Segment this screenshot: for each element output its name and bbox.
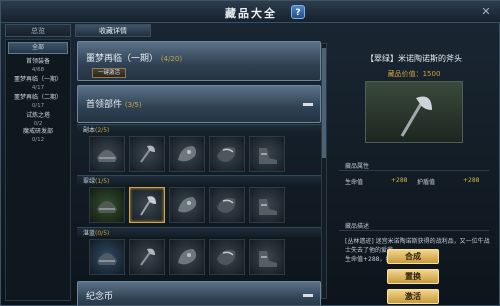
sidebar-item-boss-gear[interactable]: 首领装备 4/68 xyxy=(8,58,68,74)
item-slot[interactable] xyxy=(89,136,125,172)
title-bar: 藏品大全 ? ✕ xyxy=(1,1,500,23)
axe-icon xyxy=(140,248,155,266)
helmet-icon xyxy=(97,150,117,162)
item-title: 【翠绿】米诺陶诺斯的斧头 xyxy=(366,54,462,63)
item-slot[interactable] xyxy=(129,239,165,275)
sidebar-item-count: 4/68 xyxy=(31,67,45,73)
sidebar-item-label: 全部 xyxy=(31,44,44,51)
set-title: 首领部件 (3/5) xyxy=(86,97,142,110)
axe-icon xyxy=(140,196,156,216)
helmet-icon xyxy=(97,201,117,213)
row-header xyxy=(77,175,321,185)
scroll-thumb[interactable] xyxy=(322,48,326,158)
set-count: (3/5) xyxy=(124,101,142,109)
sidebar-item-label: 试炼之塔 xyxy=(25,112,50,119)
item-slot[interactable] xyxy=(209,136,245,172)
boot-icon xyxy=(259,251,277,267)
pauldron-icon xyxy=(217,147,236,162)
item-preview xyxy=(365,81,463,143)
item-slot[interactable] xyxy=(209,187,245,223)
axe-icon xyxy=(400,96,432,137)
item-slot[interactable] xyxy=(129,136,165,172)
sidebar-item-label: 噩梦再临（一期） xyxy=(13,76,62,83)
sidebar-item-all[interactable]: 全部 xyxy=(8,42,68,54)
sidebar-item-label: 魔戒研发部 xyxy=(22,128,53,135)
row-label: 湛蓝(0/5) xyxy=(83,228,109,237)
sidebar-item-ring-lab[interactable]: 魔戒研发部 0/12 xyxy=(8,128,68,144)
sidebar-item-label: 首领装备 xyxy=(25,58,50,65)
tab-overview[interactable]: 总览 xyxy=(5,24,71,37)
boot-icon xyxy=(259,148,277,164)
sidebar-item-trial-tower[interactable]: 试炼之塔 0/2 xyxy=(8,112,68,128)
set-name: 噩梦再临（一期） xyxy=(86,54,159,64)
item-slot-selected[interactable] xyxy=(129,187,165,223)
attr-title: 藏品属性 xyxy=(345,163,370,170)
sidebar-item-count: 0/17 xyxy=(31,103,45,109)
sidebar-item-count: 0/12 xyxy=(31,137,45,143)
desc-title: 藏品描述 xyxy=(345,223,370,230)
close-icon[interactable]: ✕ xyxy=(479,5,493,19)
activate-button[interactable]: 激活 xyxy=(387,289,439,304)
row-name: 湛蓝 xyxy=(83,230,96,237)
item-slot[interactable] xyxy=(209,239,245,275)
collapse-icon[interactable] xyxy=(303,103,313,106)
stat-value: +288 xyxy=(463,177,480,184)
row-count: (1/5) xyxy=(95,178,110,185)
item-slot[interactable] xyxy=(89,187,125,223)
boot-icon xyxy=(259,199,277,215)
help-icon[interactable]: ? xyxy=(291,5,305,19)
tab-collection-details[interactable]: 收藏详情 xyxy=(75,24,151,37)
scrollbar[interactable] xyxy=(321,43,327,299)
item-slot[interactable] xyxy=(89,239,125,275)
set-count: (4/20) xyxy=(160,55,183,63)
stat-value: +288 xyxy=(391,177,408,184)
pauldron-icon xyxy=(217,198,236,213)
row-header xyxy=(77,124,321,134)
stat-name: 护盾值 xyxy=(417,179,436,186)
category-sidebar: 全部 首领装备 4/68 噩梦再临（一期） 4/17 噩梦再临（二期） 0/17… xyxy=(5,39,71,301)
row-count: (0/5) xyxy=(95,230,110,237)
item-detail-panel: 【翠绿】米诺陶诺斯的斧头 藏品价值：1500 藏品属性 生命值 +288 护盾值… xyxy=(331,39,497,305)
row-label: 翠绿(1/5) xyxy=(83,176,109,185)
divider xyxy=(339,230,489,231)
row-name: 翠绿 xyxy=(83,178,96,185)
sidebar-item-nightmare-1[interactable]: 噩梦再临（一期） 4/17 xyxy=(8,76,68,92)
gauntlet-icon xyxy=(178,146,197,162)
axe-icon xyxy=(140,145,155,163)
gauntlet-icon xyxy=(178,197,197,213)
item-slot[interactable] xyxy=(169,187,205,223)
set-name: 首领部件 xyxy=(86,100,123,110)
collapse-icon[interactable] xyxy=(303,294,313,297)
divider xyxy=(339,170,489,171)
set-title: 噩梦再临（一期） (4/20) xyxy=(86,51,182,64)
set-name: 纪念币 xyxy=(86,292,114,302)
combine-button[interactable]: 合成 xyxy=(387,249,439,264)
item-slot[interactable] xyxy=(249,239,285,275)
row-label: 副本(2/5) xyxy=(83,125,109,134)
set-header-next[interactable]: 纪念币 xyxy=(77,281,321,305)
activate-all-button[interactable]: 一键激活 xyxy=(92,68,126,78)
window-title: 藏品大全 xyxy=(225,7,277,20)
item-slot[interactable] xyxy=(169,239,205,275)
item-slot[interactable] xyxy=(249,136,285,172)
set-header-nightmare[interactable]: 噩梦再临（一期） (4/20) 一键激活 xyxy=(77,41,321,81)
item-price: 藏品价值：1500 xyxy=(387,70,441,78)
row-name: 副本 xyxy=(83,127,96,134)
replace-button[interactable]: 置换 xyxy=(387,269,439,284)
sidebar-item-nightmare-2[interactable]: 噩梦再临（二期） 0/17 xyxy=(8,94,68,110)
sidebar-item-count: 0/2 xyxy=(33,121,43,127)
item-slot[interactable] xyxy=(249,187,285,223)
pauldron-icon xyxy=(217,250,236,265)
stat-name: 生命值 xyxy=(345,179,364,186)
collection-list: 噩梦再临（一期） (4/20) 一键激活 首领部件 (3/5) 副本(2/5) xyxy=(75,39,327,305)
item-slot[interactable] xyxy=(169,136,205,172)
collection-window: 藏品大全 ? ✕ 总览 收藏详情 全部 首领装备 4/68 噩梦再临（一期） 4… xyxy=(0,0,500,306)
sidebar-item-count: 4/17 xyxy=(31,85,45,91)
row-header xyxy=(77,227,321,237)
gauntlet-icon xyxy=(178,249,197,265)
row-count: (2/5) xyxy=(95,127,110,134)
helmet-icon xyxy=(97,253,117,265)
sidebar-item-label: 噩梦再临（二期） xyxy=(13,94,62,101)
set-header-boss-parts[interactable]: 首领部件 (3/5) xyxy=(77,85,321,123)
